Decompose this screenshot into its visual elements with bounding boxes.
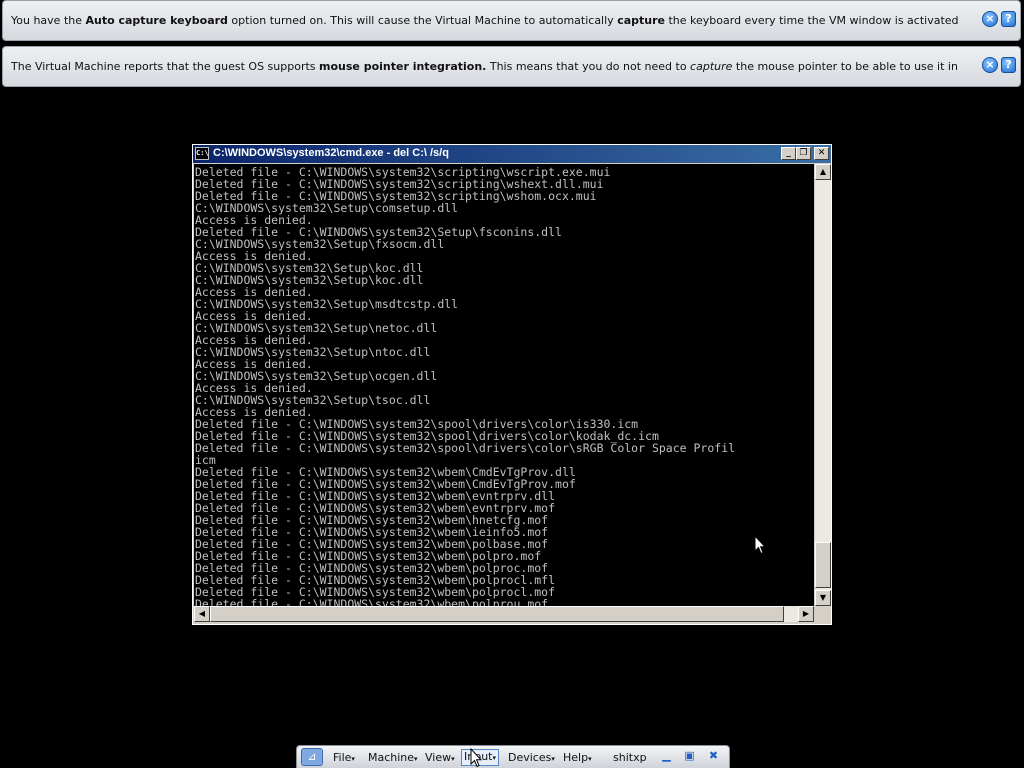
restore-button[interactable]: ❐ — [796, 147, 811, 160]
menu-help[interactable]: Help▾ — [563, 751, 592, 764]
menu-devices[interactable]: Devices▾ — [508, 751, 555, 764]
cmd-window[interactable]: C:\ C:\WINDOWS\system32\cmd.exe - del C:… — [192, 144, 832, 625]
help-speech-icon[interactable]: ? — [1001, 57, 1016, 73]
auto-capture-keyboard-notice: You have the Auto capture keyboard optio… — [2, 0, 1021, 41]
fullscreen-icon[interactable]: ▣ — [682, 750, 697, 763]
vertical-scroll-thumb[interactable] — [815, 542, 831, 588]
mouse-pointer-icon — [754, 535, 766, 555]
console-line: Deleted file - C:\WINDOWS\system32\wbem\… — [195, 597, 549, 606]
horizontal-scroll-thumb[interactable] — [210, 606, 784, 622]
close-button[interactable]: ✕ — [814, 147, 829, 160]
menu-file[interactable]: File▾ — [333, 751, 355, 764]
vm-toolbar: ⊿ File▾ Machine▾ View▾ Input▾ Devices▾ H… — [296, 745, 730, 768]
scrollbar-corner — [815, 606, 831, 622]
vm-name: shitxp — [613, 751, 647, 764]
close-circle-icon[interactable]: × — [982, 11, 998, 27]
scroll-down-arrow-icon[interactable]: ▼ — [815, 590, 831, 606]
mouse-pointer-icon — [470, 748, 482, 768]
console-line: Deleted file - C:\WINDOWS\system32\spool… — [195, 441, 736, 455]
menu-machine[interactable]: Machine▾ — [368, 751, 418, 764]
console-text: Deleted file - C:\WINDOWS\system32\scrip… — [194, 164, 814, 606]
pin-icon[interactable]: ⊿ — [301, 748, 323, 766]
horizontal-scrollbar[interactable]: ◀ ▶ — [194, 606, 814, 622]
menu-view[interactable]: View▾ — [425, 751, 455, 764]
minimize-button[interactable]: _ — [781, 147, 796, 160]
notice-message: You have the Auto capture keyboard optio… — [11, 14, 960, 27]
console-icon[interactable]: C:\ — [195, 147, 209, 160]
notice-message: The Virtual Machine reports that the gue… — [11, 60, 960, 73]
close-x-icon[interactable]: ✖ — [706, 750, 721, 763]
minimize-icon[interactable]: ▁ — [659, 750, 674, 763]
scroll-left-arrow-icon[interactable]: ◀ — [194, 606, 210, 622]
cmd-titlebar[interactable]: C:\ C:\WINDOWS\system32\cmd.exe - del C:… — [193, 145, 831, 163]
close-circle-icon[interactable]: × — [982, 57, 998, 73]
mouse-integration-notice: The Virtual Machine reports that the gue… — [2, 46, 1021, 87]
help-speech-icon[interactable]: ? — [1001, 11, 1016, 27]
scroll-right-arrow-icon[interactable]: ▶ — [798, 606, 814, 622]
window-title: C:\WINDOWS\system32\cmd.exe - del C:\ /s… — [213, 147, 449, 159]
console-output[interactable]: Deleted file - C:\WINDOWS\system32\scrip… — [194, 164, 814, 606]
scroll-up-arrow-icon[interactable]: ▲ — [815, 164, 831, 180]
vertical-scrollbar[interactable]: ▲ ▼ — [815, 164, 831, 606]
